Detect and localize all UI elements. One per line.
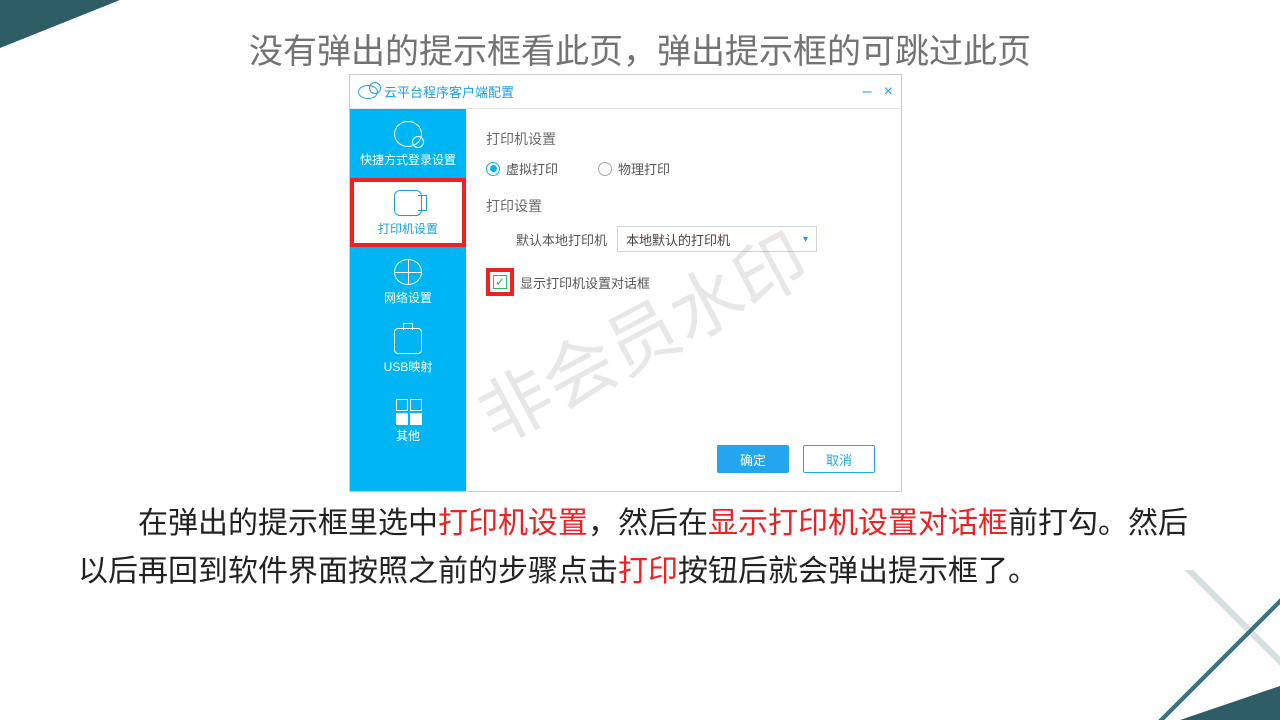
- page-title: 没有弹出的提示框看此页，弹出提示框的可跳过此页: [0, 24, 1280, 73]
- radio-virtual-print[interactable]: 虚拟打印: [486, 159, 558, 178]
- section-title: 打印机设置: [486, 129, 881, 149]
- radio-unselected-icon: [598, 162, 612, 176]
- section-title: 打印设置: [486, 196, 881, 216]
- instruction-text: 在弹出的提示框里选中打印机设置，然后在显示打印机设置对话框前打勾。然后以后再回到…: [78, 500, 1200, 596]
- select-value: 本地默认的打印机: [626, 230, 730, 249]
- usb-icon: [394, 328, 422, 354]
- cancel-button[interactable]: 取消: [803, 445, 875, 473]
- sidebar-item-usb[interactable]: USB映射: [350, 316, 466, 385]
- checkbox-label: 显示打印机设置对话框: [520, 273, 650, 292]
- default-printer-label: 默认本地打印机: [516, 230, 607, 249]
- ok-button[interactable]: 确定: [717, 445, 789, 473]
- chevron-down-icon: ▾: [803, 234, 808, 245]
- config-dialog: 云平台程序客户端配置 – × 快捷方式登录设置 打印机设置 网络设置 USB映射: [349, 74, 902, 492]
- sidebar-item-printer[interactable]: 打印机设置: [350, 178, 466, 247]
- sidebar-item-label: 打印机设置: [378, 222, 438, 236]
- printer-icon: [394, 190, 422, 216]
- dialog-title-text: 云平台程序客户端配置: [384, 82, 514, 101]
- show-dialog-checkbox[interactable]: ✓: [493, 275, 507, 289]
- sidebar-item-login[interactable]: 快捷方式登录设置: [350, 109, 466, 178]
- radio-physical-print[interactable]: 物理打印: [598, 159, 670, 178]
- sidebar-item-network[interactable]: 网络设置: [350, 247, 466, 316]
- radio-selected-icon: [486, 162, 500, 176]
- highlight-frame: ✓: [486, 268, 514, 296]
- dialog-titlebar: 云平台程序客户端配置 – ×: [350, 75, 901, 109]
- default-printer-select[interactable]: 本地默认的打印机 ▾: [617, 226, 817, 252]
- panel-printer-settings: 打印机设置 虚拟打印 物理打印 打印设置 默认本地打印机 本地默认的打印机 ▾: [466, 109, 901, 491]
- dialog-sidebar: 快捷方式登录设置 打印机设置 网络设置 USB映射 其他: [350, 109, 466, 491]
- corner-bottom-right: [1180, 686, 1280, 720]
- sidebar-item-other[interactable]: 其他: [350, 385, 466, 454]
- close-icon[interactable]: ×: [884, 83, 893, 101]
- sidebar-item-label: 网络设置: [384, 291, 432, 305]
- minimize-icon[interactable]: –: [863, 83, 872, 101]
- sidebar-item-label: 其他: [396, 429, 420, 443]
- radio-label: 虚拟打印: [506, 159, 558, 178]
- grid-icon: [394, 397, 422, 423]
- sidebar-item-label: USB映射: [384, 360, 433, 374]
- cloud-icon: [358, 85, 378, 99]
- sidebar-item-label: 快捷方式登录设置: [360, 153, 456, 167]
- globe-icon: [394, 259, 422, 285]
- radio-label: 物理打印: [618, 159, 670, 178]
- user-icon: [394, 121, 422, 147]
